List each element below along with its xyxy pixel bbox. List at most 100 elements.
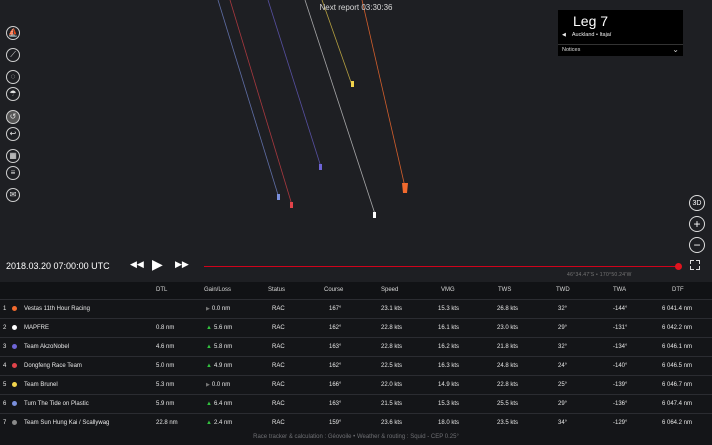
- zoom-in-button[interactable]: +: [689, 216, 705, 232]
- gain-value: 2.4 nm: [213, 420, 233, 426]
- track-line-dongfeng: [229, 0, 293, 206]
- twa-cell: -144°: [613, 306, 628, 312]
- course-cell: 163°: [329, 401, 342, 407]
- table-row[interactable]: 7 Team Sun Hung Kai / Scallywag 22.8 nm ▲ 2.…: [0, 413, 712, 433]
- twd-cell: 32°: [558, 344, 568, 350]
- boat-dongfeng[interactable]: [290, 202, 293, 208]
- twd-cell: 29°: [558, 401, 568, 407]
- gain-up-icon: ▲: [206, 363, 212, 369]
- twa-cell: -136°: [613, 401, 628, 407]
- table-row[interactable]: 4 Dongfeng Race Team 5.0 nm ▲ 4.9 nm RAC 162° 2…: [0, 356, 712, 376]
- team-name-cell: Dongfeng Race Team: [24, 363, 82, 369]
- zoom-out-button[interactable]: −: [689, 237, 705, 253]
- boat-vestas[interactable]: [402, 183, 408, 193]
- course-cell: 167°: [329, 306, 342, 312]
- dtf-cell: 6 046.1 nm: [662, 344, 693, 350]
- timeline-handle[interactable]: [675, 263, 682, 270]
- team-color-dot: [12, 325, 17, 330]
- status-cell: RAC: [272, 306, 285, 312]
- team-color-dot: [12, 363, 17, 368]
- ranking-table: DTL Gain/Loss Status Course Speed VMG TW…: [0, 282, 712, 445]
- twa-cell: -131°: [613, 325, 628, 331]
- leg-route[interactable]: ◀ Auckland • Itajaí: [562, 32, 611, 38]
- dtf-cell: 6 041.4 nm: [662, 306, 693, 312]
- status-cell: RAC: [272, 363, 285, 369]
- dtl-cell: 5.9 nm: [156, 401, 175, 407]
- gain-loss-cell: ▲ 4.9 nm: [206, 363, 232, 369]
- speed-cell: 23.1 kts: [381, 306, 403, 312]
- col-twa[interactable]: TWA: [613, 287, 626, 293]
- gain-value: 4.9 nm: [213, 363, 233, 369]
- routing-tool-icon[interactable]: ↩: [6, 127, 20, 141]
- table-row[interactable]: 2 MAPFRE 0.8 nm ▲ 5.6 nm RAC 162° 22.8 kts 16.1 …: [0, 318, 712, 338]
- play-icon[interactable]: ▶: [152, 256, 163, 273]
- status-cell: RAC: [272, 382, 285, 388]
- dtf-cell: 6 046.7 nm: [662, 382, 693, 388]
- tws-cell: 22.8 kts: [497, 382, 519, 388]
- dtl-cell: 22.8 nm: [156, 420, 178, 426]
- col-twd[interactable]: TWD: [556, 287, 570, 293]
- gain-loss-cell: ▶ 0.0 nm: [206, 306, 230, 312]
- playback-datetime: 2018.03.20 07:00:00 UTC: [6, 261, 110, 271]
- dtl-cell: 5.0 nm: [156, 363, 175, 369]
- course-cell: 159°: [329, 420, 342, 426]
- gain-loss-cell: ▲ 2.4 nm: [206, 420, 232, 426]
- col-vmg[interactable]: VMG: [441, 287, 455, 293]
- col-course[interactable]: Course: [324, 287, 343, 293]
- rewind-icon[interactable]: ◀◀: [130, 259, 144, 270]
- course-cell: 166°: [329, 382, 342, 388]
- mail-tool-icon[interactable]: ✉: [6, 188, 20, 202]
- col-status[interactable]: Status: [268, 287, 285, 293]
- speed-cell: 22.8 kts: [381, 325, 403, 331]
- gain-loss-cell: ▲ 6.4 nm: [206, 401, 232, 407]
- boat-akzonobel[interactable]: [319, 164, 322, 170]
- boats-tool-icon[interactable]: ⛵: [6, 26, 20, 40]
- table-row[interactable]: 1 Vestas 11th Hour Racing ▶ 0.0 nm RAC 167° 23…: [0, 299, 712, 319]
- boat-tttop[interactable]: [277, 194, 280, 200]
- col-speed[interactable]: Speed: [381, 287, 398, 293]
- ruler-tool-icon[interactable]: ⟋: [6, 48, 20, 62]
- track-line-tttop: [217, 0, 280, 199]
- table-row[interactable]: 6 Turn The Tide on Plastic 5.9 nm ▲ 6.4 nm RA…: [0, 394, 712, 414]
- dtl-cell: 4.6 nm: [156, 344, 175, 350]
- compass-tool-icon[interactable]: ◌: [6, 70, 20, 84]
- vmg-cell: 15.3 kts: [438, 306, 460, 312]
- fullscreen-icon[interactable]: [690, 260, 700, 270]
- view-3d-button[interactable]: 3D: [689, 195, 705, 211]
- leg-route-label: Auckland • Itajaí: [571, 32, 612, 38]
- boat-mapfre[interactable]: [373, 212, 376, 218]
- dtf-cell: 6 047.4 nm: [662, 401, 693, 407]
- status-cell: RAC: [272, 325, 285, 331]
- rank-cell: 2: [3, 325, 7, 331]
- course-cell: 163°: [329, 344, 342, 350]
- vmg-cell: 14.9 kts: [438, 382, 460, 388]
- speed-cell: 23.6 kts: [381, 420, 403, 426]
- team-color-dot: [12, 401, 17, 406]
- gain-flat-icon: ▶: [206, 306, 210, 312]
- timeline-track[interactable]: [204, 266, 678, 267]
- status-cell: RAC: [272, 344, 285, 350]
- table-row[interactable]: 5 Team Brunel 5.3 nm ▶ 0.0 nm RAC 166° 22.0 kts…: [0, 375, 712, 395]
- vmg-cell: 18.0 kts: [438, 420, 460, 426]
- notices-dropdown[interactable]: Notices ⌄: [558, 44, 683, 57]
- twd-cell: 24°: [558, 363, 568, 369]
- grid-tool-icon[interactable]: ▦: [6, 149, 20, 163]
- table-row[interactable]: 3 Team AkzoNobel 4.6 nm ▲ 5.8 nm RAC 163° 22.8 …: [0, 337, 712, 357]
- leg-prev-arrow-icon[interactable]: ◀: [562, 32, 566, 38]
- dtl-cell: 5.3 nm: [156, 382, 175, 388]
- list-tool-icon[interactable]: ≡: [6, 166, 20, 180]
- col-dtl[interactable]: DTL: [156, 287, 167, 293]
- notices-label: Notices: [562, 47, 581, 53]
- col-dtf[interactable]: DTF: [672, 287, 684, 293]
- wind-tool-icon[interactable]: ↺: [6, 110, 20, 124]
- race-map[interactable]: Next report 03:30:36 ⛵ ⟋ ◌ ☂ ↺ ↩ ▦ ≡ ✉ L…: [0, 0, 712, 282]
- weather-tool-icon[interactable]: ☂: [6, 87, 20, 101]
- gain-value: 0.0 nm: [211, 306, 231, 312]
- col-tws[interactable]: TWS: [498, 287, 511, 293]
- gain-up-icon: ▲: [206, 344, 212, 350]
- speed-cell: 22.5 kts: [381, 363, 403, 369]
- fast-forward-icon[interactable]: ▶▶: [175, 259, 189, 270]
- col-gain-loss[interactable]: Gain/Loss: [204, 287, 231, 293]
- boat-brunel[interactable]: [351, 81, 354, 87]
- rank-cell: 1: [3, 306, 7, 312]
